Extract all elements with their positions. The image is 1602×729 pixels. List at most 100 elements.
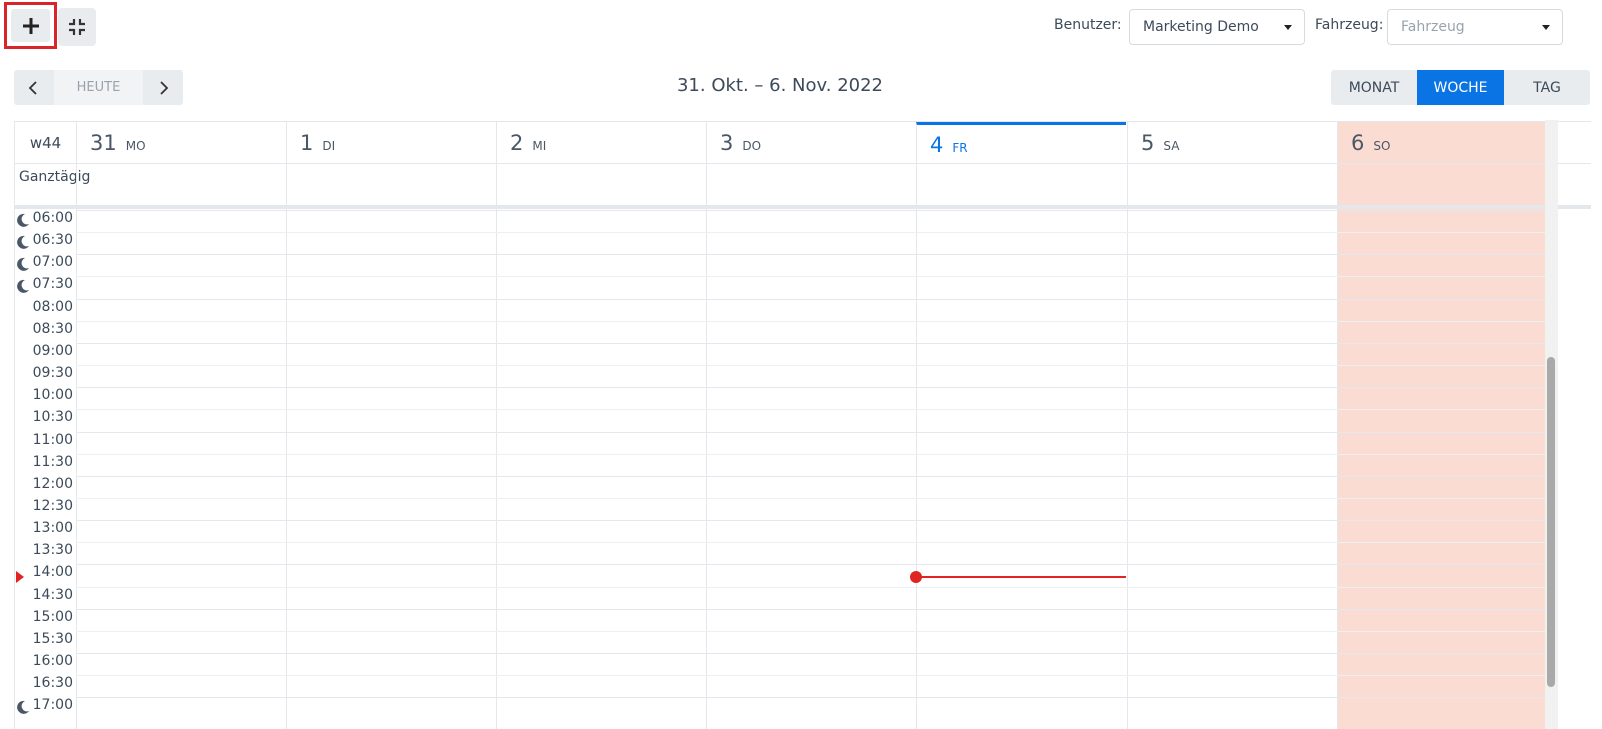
user-label: Benutzer: [1054, 17, 1122, 33]
column-divider [706, 164, 707, 729]
scrollbar-thumb[interactable] [1547, 357, 1555, 687]
time-label: 15:00 [32, 609, 73, 625]
time-slot-line [76, 564, 1547, 565]
day-header-mi[interactable]: 2 MI [496, 122, 706, 164]
time-slot-line [76, 409, 1547, 410]
plus-icon [22, 17, 39, 34]
now-indicator-line [916, 576, 1126, 578]
time-slot-line [76, 498, 1547, 499]
user-select-value: Marketing Demo [1143, 19, 1259, 35]
week-number: w44 [29, 134, 62, 152]
vehicle-label: Fahrzeug: [1315, 17, 1384, 33]
time-label: 11:00 [32, 432, 73, 448]
collapse-icon [69, 19, 85, 35]
add-event-button[interactable] [4, 2, 57, 49]
moon-icon [16, 234, 30, 253]
view-week-button[interactable]: WOCHE [1417, 70, 1504, 105]
moon-icon [16, 212, 30, 231]
time-label: 09:30 [32, 365, 73, 381]
time-slot-line [76, 232, 1547, 233]
moon-icon [16, 278, 30, 297]
view-switcher: MONAT WOCHE TAG [1331, 70, 1590, 105]
day-name: SA [1163, 139, 1180, 153]
day-number: 1 [300, 131, 314, 155]
user-select[interactable]: Marketing Demo [1129, 9, 1305, 45]
view-month-button[interactable]: MONAT [1331, 70, 1417, 105]
time-label: 08:00 [32, 299, 73, 315]
allday-row[interactable] [15, 164, 1591, 209]
time-label: 10:00 [32, 387, 73, 403]
day-name: MO [125, 139, 146, 153]
time-slot-line [76, 343, 1547, 344]
caret-down-icon [1284, 25, 1292, 30]
time-slot-line [76, 387, 1547, 388]
view-day-button[interactable]: TAG [1504, 70, 1590, 105]
date-range-title: 31. Okt. – 6. Nov. 2022 [676, 75, 884, 96]
column-divider [496, 164, 497, 729]
time-label: 09:00 [32, 343, 73, 359]
day-header-so[interactable]: 6 SO [1337, 122, 1547, 164]
column-divider [1337, 164, 1338, 729]
time-label: 12:30 [32, 498, 73, 514]
time-slot-line [76, 210, 1547, 211]
day-header-mo[interactable]: 31 MO [76, 122, 286, 164]
day-name: SO [1373, 139, 1391, 153]
day-number: 31 [90, 131, 117, 155]
day-name: MI [532, 139, 547, 153]
column-divider [76, 164, 77, 729]
moon-icon [16, 699, 30, 718]
time-slot-line [76, 609, 1547, 610]
time-label: 11:30 [32, 454, 73, 470]
now-indicator-dot [910, 571, 922, 583]
time-label: 15:30 [32, 631, 73, 647]
time-slot-line [76, 321, 1547, 322]
day-header-row: w44 31 MO 1 DI 2 MI 3 DO 4 FR 5 SA 6 SO [15, 122, 1591, 164]
time-slot-line [76, 542, 1547, 543]
chevron-right-icon [160, 80, 169, 95]
vehicle-select[interactable]: Fahrzeug [1387, 9, 1563, 45]
day-header-do[interactable]: 3 DO [706, 122, 916, 164]
time-slot-line [76, 432, 1547, 433]
day-header-sa[interactable]: 5 SA [1127, 122, 1337, 164]
caret-down-icon [1542, 25, 1550, 30]
next-week-button[interactable] [143, 70, 183, 105]
week-calendar: w44 31 MO 1 DI 2 MI 3 DO 4 FR 5 SA 6 SO Ganztägig 06:… [14, 121, 1591, 729]
time-slot-line [76, 476, 1547, 477]
day-header-di[interactable]: 1 DI [286, 122, 496, 164]
holiday-column [1337, 122, 1547, 729]
time-label: 12:00 [32, 476, 73, 492]
time-label: 14:30 [32, 587, 73, 603]
time-slot-line [76, 365, 1547, 366]
chevron-left-icon [28, 80, 37, 95]
time-slot-line [76, 276, 1547, 277]
day-header-fr[interactable]: 4 FR [916, 122, 1126, 164]
now-indicator-arrow [16, 571, 24, 583]
time-label: 10:30 [32, 409, 73, 425]
time-label: 16:00 [32, 653, 73, 669]
day-name: FR [952, 140, 968, 155]
day-number: 5 [1141, 131, 1155, 155]
column-divider [286, 164, 287, 729]
time-label: 13:00 [32, 520, 73, 536]
collapse-button[interactable] [58, 8, 96, 46]
time-slot-line [76, 697, 1547, 698]
time-slot-line [76, 454, 1547, 455]
day-number: 4 [930, 132, 944, 157]
vehicle-select-placeholder: Fahrzeug [1401, 19, 1465, 35]
time-label: 08:30 [32, 321, 73, 337]
day-number: 6 [1351, 131, 1365, 155]
day-name: DI [322, 139, 336, 153]
time-slot-line [76, 587, 1547, 588]
time-slot-line [76, 254, 1547, 255]
day-number: 2 [510, 131, 524, 155]
time-slot-line [76, 631, 1547, 632]
allday-label: Ganztägig [19, 169, 91, 185]
time-slot-line [76, 520, 1547, 521]
column-divider [1127, 164, 1128, 729]
time-slot-line [76, 653, 1547, 654]
day-number: 3 [720, 131, 734, 155]
date-navigation: HEUTE [14, 70, 183, 105]
prev-week-button[interactable] [14, 70, 54, 105]
today-button[interactable]: HEUTE [54, 70, 143, 105]
time-label: 16:30 [32, 675, 73, 691]
